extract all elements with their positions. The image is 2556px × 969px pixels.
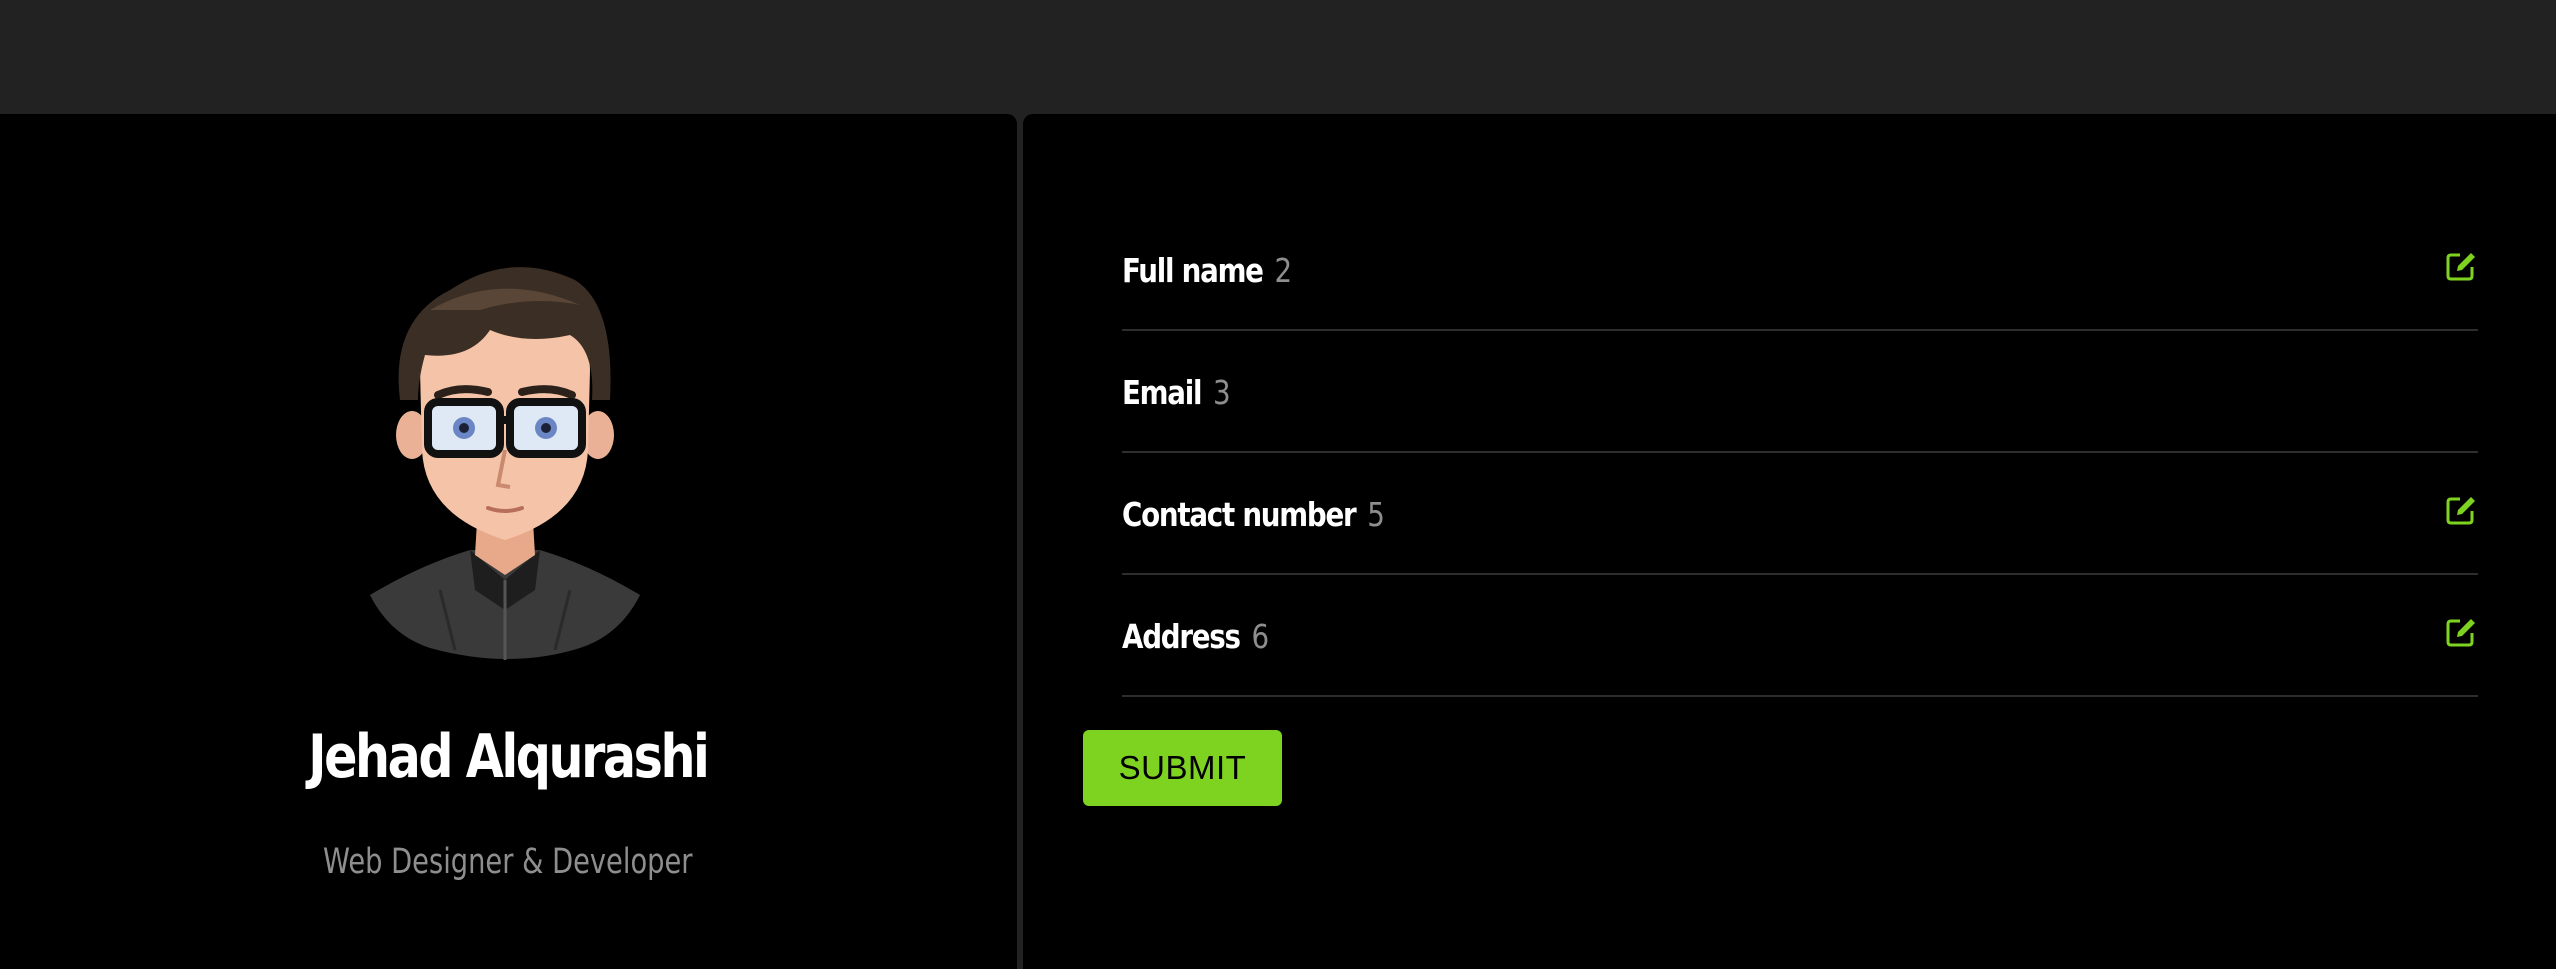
field-email: Email 3: [1122, 329, 2478, 453]
profile-name: Jehad Alqurashi: [308, 722, 710, 792]
field-value: 2: [1274, 251, 1293, 290]
field-label: Address 6: [1122, 617, 1270, 656]
submit-button[interactable]: SUBMIT: [1083, 730, 1282, 806]
edit-icon[interactable]: [2444, 493, 2478, 527]
field-contact-number: Contact number 5: [1122, 451, 2478, 575]
field-full-name: Full name 2: [1122, 207, 2478, 331]
top-bar: [0, 0, 2556, 114]
field-label: Contact number 5: [1122, 495, 1385, 534]
edit-icon[interactable]: [2444, 615, 2478, 649]
field-address: Address 6: [1122, 573, 2478, 697]
field-value: 6: [1251, 617, 1270, 656]
avatar: [370, 267, 640, 660]
field-label: Email 3: [1122, 373, 1231, 412]
field-value: 3: [1212, 373, 1231, 412]
field-label: Full name 2: [1122, 251, 1293, 290]
profile-role: Web Designer & Developer: [322, 842, 693, 882]
field-value: 5: [1367, 495, 1385, 534]
edit-icon[interactable]: [2444, 249, 2478, 283]
